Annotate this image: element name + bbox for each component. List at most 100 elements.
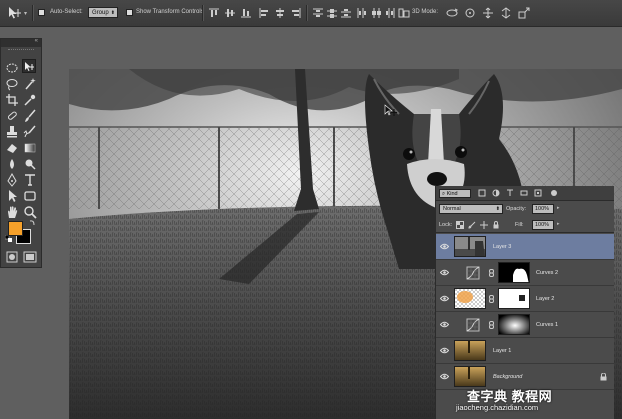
layer-thumbnail[interactable] (454, 288, 486, 309)
opacity-field[interactable]: 100% (532, 204, 554, 214)
link-chain-icon[interactable] (489, 295, 494, 303)
layer-name[interactable]: Layer 1 (493, 348, 511, 354)
auto-select-dropdown[interactable]: Group ⬍ (88, 7, 118, 18)
blur-tool-icon[interactable] (5, 157, 19, 171)
tools-panel-header[interactable]: « (1, 38, 41, 47)
move-tool-icon[interactable] (6, 6, 22, 20)
filter-pixel-icon[interactable] (478, 189, 486, 197)
layer-name[interactable]: Curves 1 (536, 322, 558, 328)
layer-thumbnail[interactable] (454, 236, 486, 257)
healing-brush-tool-icon[interactable] (5, 109, 19, 123)
layer-mask-thumbnail[interactable] (498, 288, 530, 309)
brush-tool-icon[interactable] (23, 109, 37, 123)
lasso-tool-icon[interactable] (5, 77, 19, 91)
default-colors-icon[interactable] (5, 235, 12, 242)
blend-mode-dropdown[interactable]: Normal ⬍ (439, 204, 503, 214)
filter-smart-object-icon[interactable] (534, 189, 542, 197)
crop-tool-icon[interactable] (5, 93, 19, 107)
distribute-bottom-icon[interactable] (340, 7, 352, 19)
type-tool-icon[interactable] (23, 173, 37, 187)
pen-tool-icon[interactable] (5, 173, 19, 187)
lock-pixels-icon[interactable] (468, 221, 476, 229)
layer-row-layer-2[interactable]: Layer 2 (436, 286, 614, 312)
eraser-tool-icon[interactable] (5, 141, 19, 155)
quick-mask-icon[interactable] (6, 251, 18, 263)
chevron-updown-icon: ⬍ (110, 10, 115, 16)
layer-name[interactable]: Curves 2 (536, 270, 558, 276)
layer-name[interactable]: Layer 2 (536, 296, 554, 302)
filter-type-icon[interactable] (506, 189, 514, 197)
shape-tool-icon[interactable] (23, 189, 37, 203)
distribute-hcenter-icon[interactable] (370, 7, 382, 19)
3d-roll-icon[interactable] (463, 6, 477, 20)
align-bottom-icon[interactable] (240, 7, 252, 19)
layer-row-layer-1[interactable]: Layer 1 (436, 338, 614, 364)
visibility-eye-icon[interactable] (440, 373, 449, 380)
distribute-right-icon[interactable] (384, 7, 396, 19)
layer-row-layer-3[interactable]: Layer 3 (436, 234, 614, 260)
curves-adjustment-icon[interactable] (466, 318, 480, 332)
layer-thumbnail[interactable] (454, 340, 486, 361)
layer-row-curves-2[interactable]: Curves 2 (436, 260, 614, 286)
swap-colors-icon[interactable] (29, 219, 36, 226)
layers-panel: ⌕ Kind Normal ⬍ Opacity: 100% ▸ Lock: Fil… (435, 186, 614, 419)
layer-thumbnail[interactable] (454, 366, 486, 387)
curves-adjustment-icon[interactable] (466, 266, 480, 280)
lock-fill-row: Lock: Fill: 100% ▸ (436, 218, 614, 233)
dodge-tool-icon[interactable] (23, 157, 37, 171)
opacity-chevron-down-icon[interactable]: ▸ (557, 205, 560, 211)
hand-tool-icon[interactable] (5, 205, 19, 219)
lock-position-icon[interactable] (480, 221, 488, 229)
collapse-chevrons-icon[interactable]: « (35, 38, 38, 44)
visibility-eye-icon[interactable] (440, 321, 449, 328)
link-chain-icon[interactable] (489, 321, 494, 329)
visibility-eye-icon[interactable] (440, 243, 449, 250)
fill-chevron-down-icon[interactable]: ▸ (557, 221, 560, 227)
layer-name[interactable]: Background (493, 374, 522, 380)
auto-select-value: Group (92, 10, 109, 16)
history-brush-tool-icon[interactable] (23, 125, 37, 139)
lock-all-icon[interactable] (492, 221, 500, 229)
auto-align-icon[interactable] (398, 7, 410, 19)
zoom-tool-icon[interactable] (23, 205, 37, 219)
fill-field[interactable]: 100% (532, 220, 554, 230)
distribute-top-icon[interactable] (312, 7, 324, 19)
visibility-eye-icon[interactable] (440, 347, 449, 354)
align-left-icon[interactable] (258, 7, 270, 19)
3d-scale-icon[interactable] (517, 6, 531, 20)
align-vcenter-icon[interactable] (224, 7, 236, 19)
visibility-eye-icon[interactable] (440, 295, 449, 302)
path-selection-tool-icon[interactable] (5, 189, 19, 203)
visibility-eye-icon[interactable] (440, 269, 449, 276)
layer-mask-thumbnail[interactable] (498, 314, 530, 335)
link-chain-icon[interactable] (489, 269, 494, 277)
tool-preset-chevron-down-icon[interactable]: ▾ (24, 10, 27, 17)
distribute-vcenter-icon[interactable] (326, 7, 338, 19)
move-tool-button[interactable] (22, 59, 36, 73)
screen-mode-icon[interactable] (23, 251, 37, 263)
lock-transparent-icon[interactable] (456, 221, 464, 229)
layer-mask-thumbnail[interactable] (498, 262, 530, 283)
3d-rotate-icon[interactable] (445, 6, 459, 20)
align-right-icon[interactable] (290, 7, 302, 19)
filter-adjustment-icon[interactable] (492, 189, 500, 197)
filter-shape-icon[interactable] (520, 189, 528, 197)
filter-kind-dropdown[interactable]: ⌕ Kind (439, 189, 471, 198)
auto-select-checkbox[interactable] (38, 9, 45, 16)
3d-pan-icon[interactable] (481, 6, 495, 20)
gradient-tool-icon[interactable] (23, 141, 37, 155)
align-hcenter-icon[interactable] (274, 7, 286, 19)
show-transform-checkbox[interactable] (126, 9, 133, 16)
clone-stamp-tool-icon[interactable] (5, 125, 19, 139)
filter-toggle-icon[interactable] (550, 189, 558, 197)
align-top-icon[interactable] (208, 7, 220, 19)
layer-row-curves-1[interactable]: Curves 1 (436, 312, 614, 338)
marquee-tool-icon[interactable] (5, 61, 19, 75)
3d-slide-icon[interactable] (499, 6, 513, 20)
foreground-color-swatch[interactable] (8, 221, 23, 236)
watermark-url: jiaocheng.chazidian.com (456, 403, 539, 412)
magic-wand-tool-icon[interactable] (23, 77, 37, 91)
distribute-left-icon[interactable] (356, 7, 368, 19)
eyedropper-tool-icon[interactable] (23, 93, 37, 107)
layer-name[interactable]: Layer 3 (493, 244, 511, 250)
